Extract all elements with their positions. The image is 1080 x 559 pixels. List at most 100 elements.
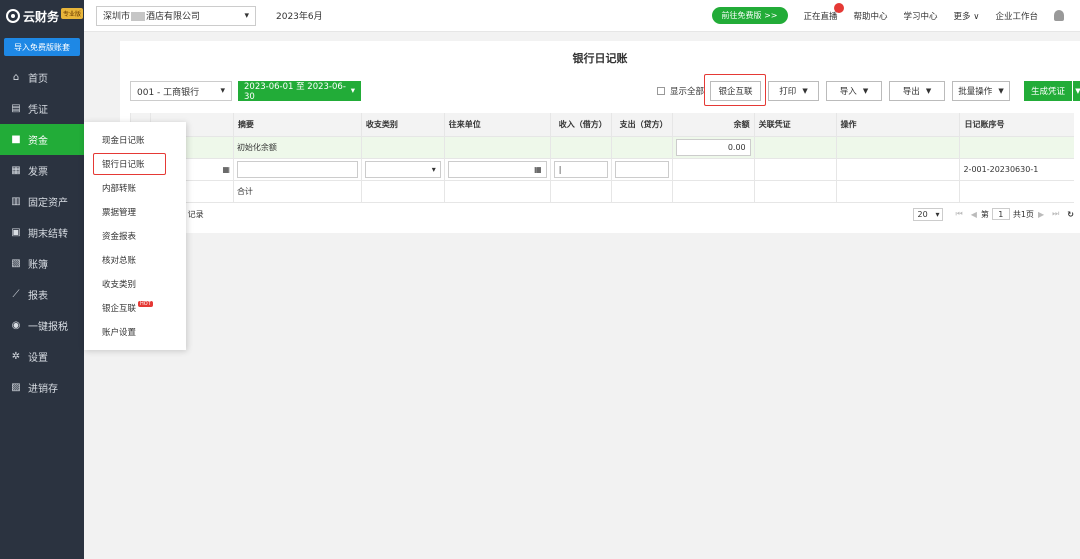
counterparty-input[interactable]: ▦	[447, 160, 547, 178]
print-button[interactable]: 打印 ▼	[768, 81, 819, 101]
sidebar-item-label: 设置	[28, 353, 48, 364]
import-button[interactable]: 导入 ▼	[826, 81, 882, 101]
submenu-internal-transfer[interactable]: 内部转账	[84, 176, 186, 200]
sidebar-item-ledger[interactable]: ▧ 账簿	[0, 248, 84, 279]
table-row[interactable]: 6-30▦ ▾ ▦ | 2-001-20230630-1	[130, 158, 1074, 181]
calendar-icon[interactable]: ▦	[222, 165, 230, 174]
expense-column-header: 支出（贷方）	[610, 113, 673, 137]
sidebar-item-period-closing[interactable]: ▣ 期末结转	[0, 217, 84, 248]
table-cell	[835, 158, 960, 181]
summary-column-header: 摘要	[232, 113, 362, 137]
table-cell	[610, 180, 673, 203]
last-page-icon[interactable]: ⏭	[1052, 209, 1059, 219]
bell-icon[interactable]	[1054, 10, 1064, 21]
refresh-icon[interactable]: ↻	[1067, 210, 1074, 219]
company-select[interactable]: 深圳市 酒店有限公司 ▾	[96, 5, 256, 26]
category-cell[interactable]: ▾	[360, 158, 445, 181]
date-range-picker[interactable]: 2023-06-01 至 2023-06-30 ▾	[238, 81, 361, 102]
sidebar-item-label: 进销存	[28, 384, 58, 395]
table-cell	[835, 180, 960, 203]
logo-icon	[6, 9, 20, 23]
summary-cell[interactable]	[232, 158, 362, 181]
submenu-reconcile-ledger[interactable]: 核对总账	[84, 248, 186, 272]
page-size-select[interactable]: 20 ▾	[913, 207, 944, 221]
text-cursor: |	[558, 164, 562, 174]
serial-cell: 2-001-20230630-1	[959, 158, 1074, 181]
import-free-account-button[interactable]: 导入免费版账套	[4, 38, 80, 56]
redaction-mask	[131, 12, 146, 21]
submenu-bill-management[interactable]: 票据管理	[84, 200, 186, 224]
sidebar-item-inventory[interactable]: ▨ 进销存	[0, 372, 84, 403]
sidebar-item-fixed-assets[interactable]: ▥ 固定资产	[0, 186, 84, 217]
table-row[interactable]: 初始化余额 0.00	[130, 136, 1074, 159]
table-cell	[835, 136, 960, 159]
chevron-down-icon: ▼	[802, 87, 808, 95]
submenu-account-settings[interactable]: 账户设置	[84, 320, 186, 344]
company-name: 深圳市 酒店有限公司	[103, 9, 200, 22]
go-free-version-button[interactable]: 前往免费版 >>	[711, 7, 788, 24]
bank-account-select[interactable]: 001 - 工商银行 ▾	[130, 81, 232, 101]
submenu-bank-journal[interactable]: 银行日记账	[84, 152, 186, 176]
edition-badge: 专业版	[61, 8, 84, 19]
counterparty-cell[interactable]: ▦	[443, 158, 551, 181]
page-number-input[interactable]: 1	[991, 208, 1010, 220]
sidebar-item-voucher[interactable]: ▤ 凭证	[0, 93, 84, 124]
prev-page-icon[interactable]: ◀	[971, 210, 977, 219]
balance-input[interactable]: 0.00	[675, 138, 751, 156]
income-input[interactable]: |	[553, 160, 608, 178]
sidebar-item-report[interactable]: ⟋ 报表	[0, 279, 84, 310]
expense-cell[interactable]	[610, 158, 673, 181]
chevron-down-icon: ▾	[431, 164, 436, 174]
live-link[interactable]: 正在直播	[804, 2, 844, 22]
batch-operation-button[interactable]: 批量操作 ▼	[952, 81, 1010, 101]
sidebar-item-invoice[interactable]: ▦ 发票	[0, 155, 84, 186]
submenu-cash-journal[interactable]: 现金日记账	[84, 128, 186, 152]
expense-input[interactable]	[614, 160, 669, 178]
invoice-icon: ▦	[11, 165, 21, 176]
sidebar-item-label: 一键报税	[28, 322, 68, 333]
sidebar-item-label: 固定资产	[28, 198, 68, 209]
next-page-icon[interactable]: ▶	[1038, 210, 1044, 219]
table-footer: 1 记录 20 ▾ ⏮ ◀ 第 1 共1页 ▶ ⏭ ↻	[130, 205, 1074, 223]
brand-logo[interactable]: 云财务 专业版	[0, 0, 84, 32]
sidebar-item-settings[interactable]: ✲ 设置	[0, 341, 84, 372]
grid-picker-icon[interactable]: ▦	[534, 165, 542, 174]
sidebar-item-home[interactable]: ⌂ 首页	[0, 62, 84, 93]
voucher-icon: ▤	[11, 103, 21, 114]
generate-voucher-dropdown[interactable]: ▼	[1073, 81, 1080, 101]
main-panel: 银行日记账 001 - 工商银行 ▾ 2023-06-01 至 2023-06-…	[120, 41, 1080, 233]
income-cell[interactable]: |	[549, 158, 612, 181]
show-all-label: 显示全部	[670, 87, 705, 97]
enterprise-workbench-link[interactable]: 企业工作台	[995, 10, 1038, 22]
show-all-checkbox[interactable]: 显示全部	[657, 85, 704, 97]
summary-input[interactable]	[236, 160, 358, 178]
more-menu[interactable]: 更多 ∨	[954, 10, 980, 22]
chevron-down-icon: ▾	[935, 209, 940, 219]
brand-name: 云财务	[23, 9, 60, 24]
submenu-fund-report[interactable]: 资金报表	[84, 224, 186, 248]
sidebar-item-label: 期末结转	[28, 229, 68, 240]
page-size-value: 20	[917, 209, 928, 219]
learning-center-link[interactable]: 学习中心	[904, 10, 938, 22]
table-cell	[360, 136, 445, 159]
submenu-bank-link[interactable]: 银企互联 HOT	[84, 296, 186, 320]
batch-label: 批量操作	[958, 87, 993, 97]
submenu-income-expense-category[interactable]: 收支类别	[84, 272, 186, 296]
help-center-link[interactable]: 帮助中心	[854, 10, 888, 22]
first-page-icon[interactable]: ⏮	[955, 209, 962, 219]
sidebar-item-fund[interactable]: ■ 资金	[0, 124, 84, 155]
live-badge-icon	[833, 2, 844, 13]
balance-cell[interactable]: 0.00	[671, 136, 755, 159]
bank-link-button[interactable]: 银企互联	[710, 81, 761, 101]
pagination: 20 ▾ ⏮ ◀ 第 1 共1页 ▶ ⏭ ↻	[913, 207, 1074, 221]
gear-icon: ✲	[11, 351, 21, 362]
category-select[interactable]: ▾	[364, 160, 441, 178]
asset-icon: ▥	[11, 196, 21, 207]
generate-voucher-button[interactable]: 生成凭证	[1024, 81, 1072, 101]
operation-column-header: 操作	[835, 113, 960, 137]
table-cell	[753, 158, 837, 181]
table-cell	[360, 180, 445, 203]
export-button[interactable]: 导出 ▼	[889, 81, 945, 101]
sidebar-item-tax[interactable]: ◉ 一键报税	[0, 310, 84, 341]
hot-badge: HOT	[138, 301, 153, 307]
